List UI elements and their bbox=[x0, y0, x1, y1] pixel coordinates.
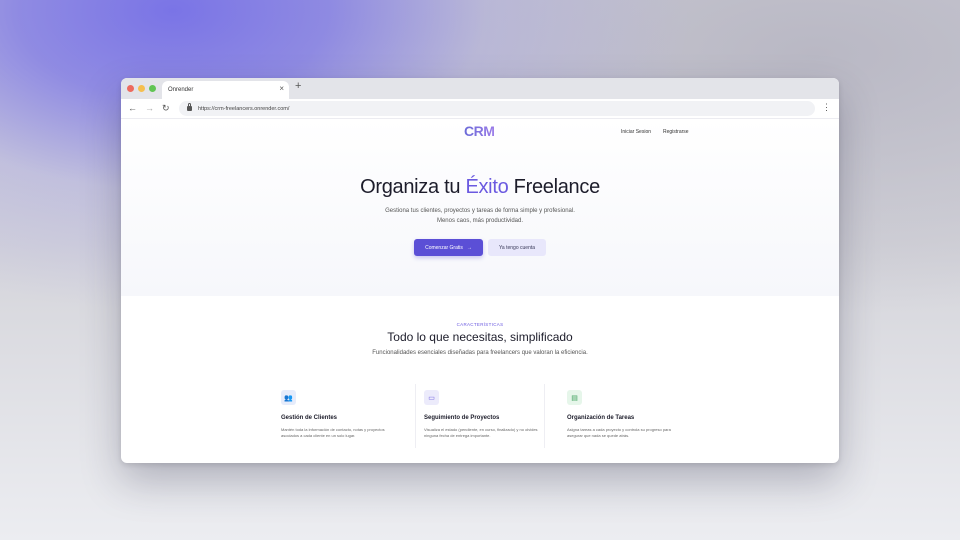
feature-card-description: Asigna tareas a cada proyecto y controla… bbox=[567, 427, 671, 438]
tab-close-icon[interactable]: × bbox=[279, 84, 284, 93]
minimize-window-icon[interactable] bbox=[138, 85, 145, 92]
url-text[interactable]: https://crm-freelancers.onrender.com/ bbox=[198, 106, 289, 112]
browser-tab[interactable]: Onrender × bbox=[162, 81, 289, 99]
feature-card-title: Organización de Tareas bbox=[567, 415, 635, 421]
hero-title-part1: Organiza tu bbox=[360, 176, 466, 198]
start-free-button[interactable]: Comenzar Gratis → bbox=[414, 239, 483, 256]
back-arrow-icon[interactable]: ← bbox=[128, 103, 137, 113]
maximize-window-icon[interactable] bbox=[149, 85, 156, 92]
new-tab-icon[interactable]: + bbox=[295, 80, 301, 92]
have-account-button[interactable]: Ya tengo cuenta bbox=[488, 239, 546, 256]
feature-card-proyectos: ▭ Seguimiento de Proyectos Visualiza el … bbox=[424, 390, 558, 450]
tab-title: Onrender bbox=[168, 87, 194, 93]
address-bar[interactable]: https://crm-freelancers.onrender.com/ bbox=[179, 101, 815, 116]
start-free-button-label: Comenzar Gratis bbox=[425, 244, 463, 251]
hero-subtitle-line1: Gestiona tus clientes, proyectos y tarea… bbox=[385, 208, 575, 214]
feature-card-tareas: ▤ Organización de Tareas Asigna tareas a… bbox=[567, 390, 701, 450]
card-divider bbox=[544, 384, 545, 448]
register-link[interactable]: Registrarse bbox=[663, 129, 689, 135]
features-subtitle: Funcionalidades esenciales diseñadas par… bbox=[372, 350, 588, 356]
card-divider bbox=[415, 384, 416, 448]
browser-toolbar: ← → ↻ https://crm-freelancers.onrender.c… bbox=[121, 99, 839, 119]
feature-card-title: Gestión de Clientes bbox=[281, 415, 338, 421]
lock-icon bbox=[187, 103, 192, 111]
clipboard-icon: ▤ bbox=[567, 390, 582, 405]
users-icon: 👥 bbox=[281, 390, 296, 405]
arrow-right-icon: → bbox=[466, 244, 472, 251]
forward-arrow-icon[interactable]: → bbox=[145, 103, 154, 113]
features-title: Todo lo que necesitas, simplificado bbox=[387, 330, 573, 344]
crm-logo[interactable]: CRM bbox=[464, 123, 495, 139]
features-eyebrow: CARACTERÍSTICAS bbox=[456, 322, 504, 327]
hero-title-part2: Freelance bbox=[508, 176, 601, 198]
hero-subtitle-line2: Menos caos, más productividad. bbox=[436, 218, 524, 224]
feature-card-title: Seguimiento de Proyectos bbox=[424, 415, 500, 421]
browser-tabbar: Onrender × + bbox=[121, 78, 839, 99]
hero-section: CRM Iniciar Sesion Registrarse Organiza … bbox=[121, 119, 839, 296]
reload-icon[interactable]: ↻ bbox=[162, 103, 170, 113]
browser-menu-icon[interactable]: ⋮ bbox=[822, 102, 831, 113]
feature-card-description: Mantén toda la información de contacto, … bbox=[281, 427, 385, 438]
close-window-icon[interactable] bbox=[127, 85, 134, 92]
hero-title-accent: Éxito bbox=[465, 176, 509, 198]
briefcase-icon: ▭ bbox=[424, 390, 439, 405]
login-link[interactable]: Iniciar Sesion bbox=[621, 129, 651, 135]
feature-card-description: Visualiza el estado (pendiente, en curso… bbox=[424, 427, 538, 438]
hero-title: Organiza tu Éxito Freelance bbox=[121, 176, 839, 199]
feature-card-clientes: 👥 Gestión de Clientes Mantén toda la inf… bbox=[281, 390, 415, 450]
have-account-button-label: Ya tengo cuenta bbox=[498, 244, 536, 251]
